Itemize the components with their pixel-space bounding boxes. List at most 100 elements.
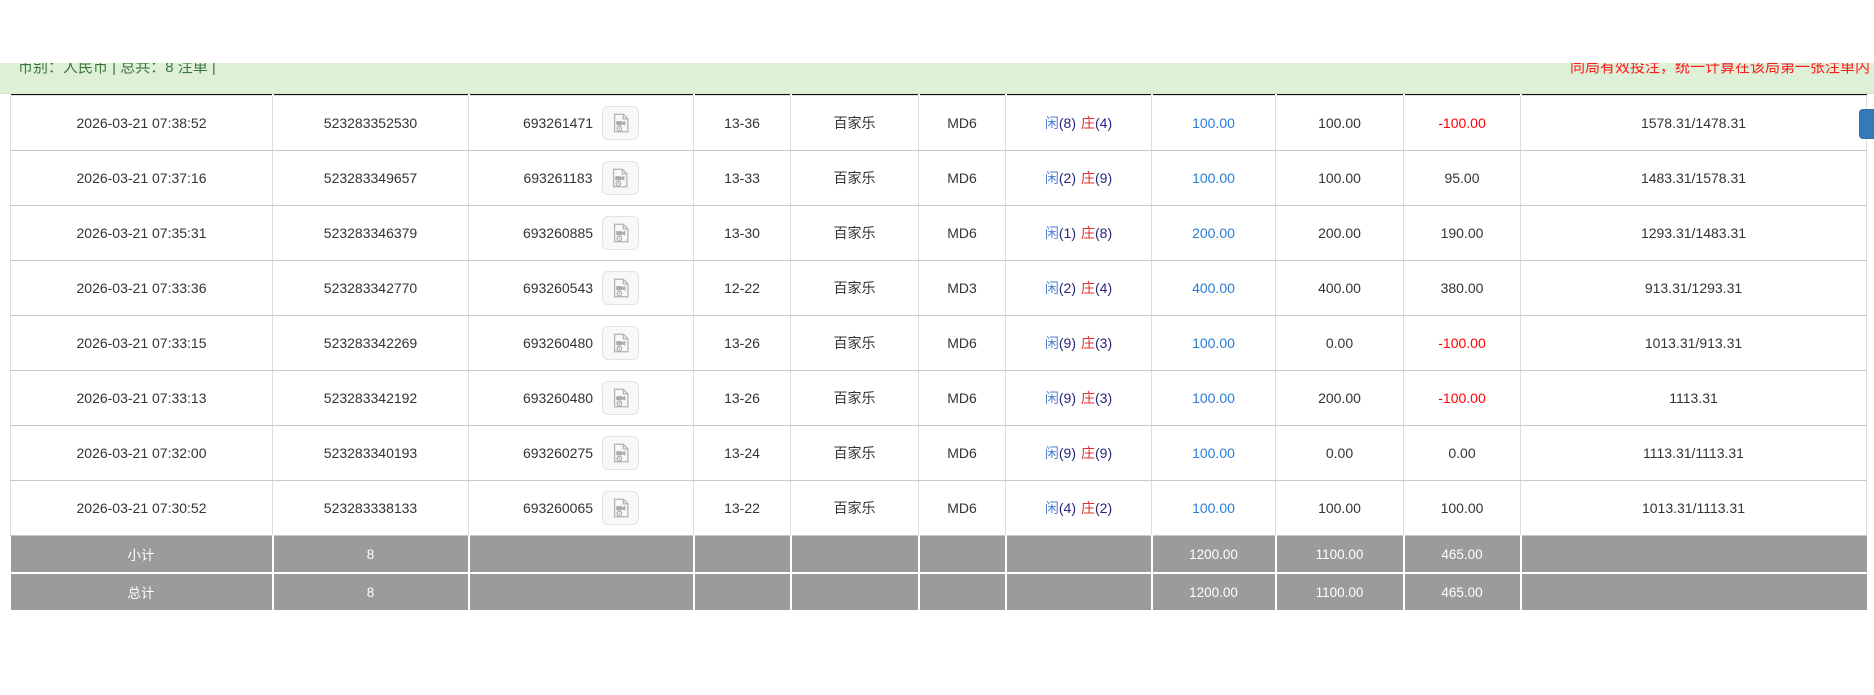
video-replay-icon <box>610 112 632 134</box>
cell-session: 13-33 <box>694 151 791 206</box>
video-replay-icon <box>610 497 632 519</box>
subtotal-count: 8 <box>273 536 469 574</box>
result-player-label: 闲 <box>1045 280 1059 296</box>
cell-round: 693260065 <box>469 481 694 536</box>
table-row: 2026-03-21 07:33:36 523283342770 6932605… <box>11 261 1867 316</box>
cell-bet-id: 523283342269 <box>273 316 469 371</box>
cell-total-bet: 100.00 <box>1152 481 1276 536</box>
cell-time: 2026-03-21 07:30:52 <box>11 481 273 536</box>
top-right-edge-button[interactable] <box>1859 109 1874 139</box>
table-row: 2026-03-21 07:38:52 523283352530 6932614… <box>11 96 1867 151</box>
total-bet-link[interactable]: 100.00 <box>1192 115 1235 131</box>
cell-total-bet: 100.00 <box>1152 426 1276 481</box>
result-banker-points: (9) <box>1095 170 1112 186</box>
subtotal-payout: 465.00 <box>1404 536 1521 574</box>
cell-table-no: MD6 <box>919 481 1006 536</box>
cell-result: 闲(1)庄(8) <box>1006 206 1152 261</box>
video-replay-button[interactable] <box>602 216 639 250</box>
cell-round: 693261183 <box>469 151 694 206</box>
cell-session: 13-36 <box>694 96 791 151</box>
cell-result: 闲(2)庄(4) <box>1006 261 1152 316</box>
video-replay-button[interactable] <box>602 381 639 415</box>
result-banker-points: (4) <box>1095 280 1112 296</box>
total-bet-link[interactable]: 100.00 <box>1192 335 1235 351</box>
cell-game-type: 百家乐 <box>791 316 919 371</box>
cell-bet-id: 523283342192 <box>273 371 469 426</box>
cell-valid-bet: 0.00 <box>1276 316 1404 371</box>
result-banker-label: 庄 <box>1081 170 1095 186</box>
cell-payout: 95.00 <box>1404 151 1521 206</box>
cell-valid-bet: 200.00 <box>1276 206 1404 261</box>
cell-valid-bet: 100.00 <box>1276 481 1404 536</box>
subtotal-total-bet: 1200.00 <box>1152 536 1276 574</box>
cell-session: 13-22 <box>694 481 791 536</box>
total-valid-bet: 1100.00 <box>1276 573 1404 610</box>
total-label: 总计 <box>11 573 273 610</box>
result-player-label: 闲 <box>1045 225 1059 241</box>
result-banker-points: (8) <box>1095 225 1112 241</box>
total-bet-link[interactable]: 100.00 <box>1192 390 1235 406</box>
cell-valid-bet: 100.00 <box>1276 96 1404 151</box>
cell-round: 693260480 <box>469 316 694 371</box>
cell-time: 2026-03-21 07:35:31 <box>11 206 273 261</box>
video-replay-button[interactable] <box>602 326 639 360</box>
video-replay-icon <box>609 167 631 189</box>
video-replay-button[interactable] <box>602 436 639 470</box>
result-player-points: (9) <box>1059 390 1076 406</box>
total-bet-link[interactable]: 200.00 <box>1192 225 1235 241</box>
cell-game-type: 百家乐 <box>791 96 919 151</box>
video-replay-icon <box>610 332 632 354</box>
cell-table-no: MD6 <box>919 316 1006 371</box>
currency-summary-bar: 币别：人民币 | 总共：8 注单 | 同局有效投注，统一计算在该局第一张注单内 <box>0 63 1874 94</box>
cell-valid-bet: 100.00 <box>1276 151 1404 206</box>
video-replay-icon <box>610 442 632 464</box>
cell-payout: 190.00 <box>1404 206 1521 261</box>
result-player-points: (4) <box>1059 500 1076 516</box>
result-banker-label: 庄 <box>1081 115 1095 131</box>
round-number: 693260480 <box>523 335 593 351</box>
result-banker-points: (3) <box>1095 335 1112 351</box>
total-bet-link[interactable]: 100.00 <box>1192 445 1235 461</box>
result-banker-label: 庄 <box>1081 335 1095 351</box>
video-replay-button[interactable] <box>602 491 639 525</box>
total-bet-link[interactable]: 100.00 <box>1192 500 1235 516</box>
total-bet-link[interactable]: 400.00 <box>1192 280 1235 296</box>
video-replay-icon <box>610 222 632 244</box>
cell-payout: 100.00 <box>1404 481 1521 536</box>
cell-result: 闲(4)庄(2) <box>1006 481 1152 536</box>
cell-game-type: 百家乐 <box>791 426 919 481</box>
cell-valid-bet: 0.00 <box>1276 426 1404 481</box>
cell-session: 13-26 <box>694 371 791 426</box>
result-player-points: (9) <box>1059 335 1076 351</box>
round-number: 693260543 <box>523 280 593 296</box>
cell-time: 2026-03-21 07:33:13 <box>11 371 273 426</box>
cell-bet-id: 523283342770 <box>273 261 469 316</box>
cell-table-no: MD6 <box>919 371 1006 426</box>
cell-remark: 1483.31/1578.31 <box>1521 151 1867 206</box>
cell-remark: 1113.31/1113.31 <box>1521 426 1867 481</box>
cell-result: 闲(2)庄(9) <box>1006 151 1152 206</box>
bet-records-table: 时间 注单编号 局号 场次 游戏类别 桌号 结果 总投注 有效投注 总派彩 备注… <box>10 63 1867 610</box>
total-payout: 465.00 <box>1404 573 1521 610</box>
same-round-notice-text: 同局有效投注，统一计算在该局第一张注单内 <box>1570 63 1870 77</box>
video-replay-button[interactable] <box>602 161 639 195</box>
cell-bet-id: 523283340193 <box>273 426 469 481</box>
result-banker-points: (4) <box>1095 115 1112 131</box>
cell-result: 闲(9)庄(3) <box>1006 316 1152 371</box>
subtotal-valid-bet: 1100.00 <box>1276 536 1404 574</box>
total-bet-link[interactable]: 100.00 <box>1192 170 1235 186</box>
cell-game-type: 百家乐 <box>791 481 919 536</box>
cell-remark: 913.31/1293.31 <box>1521 261 1867 316</box>
cell-time: 2026-03-21 07:32:00 <box>11 426 273 481</box>
cell-payout: 380.00 <box>1404 261 1521 316</box>
result-player-points: (9) <box>1059 445 1076 461</box>
cell-game-type: 百家乐 <box>791 206 919 261</box>
video-replay-button[interactable] <box>602 106 639 140</box>
table-row: 2026-03-21 07:35:31 523283346379 6932608… <box>11 206 1867 261</box>
video-replay-button[interactable] <box>602 271 639 305</box>
table-row: 2026-03-21 07:37:16 523283349657 6932611… <box>11 151 1867 206</box>
table-row: 2026-03-21 07:33:15 523283342269 6932604… <box>11 316 1867 371</box>
round-number: 693260885 <box>523 225 593 241</box>
round-number: 693261183 <box>523 170 592 186</box>
result-banker-label: 庄 <box>1081 390 1095 406</box>
